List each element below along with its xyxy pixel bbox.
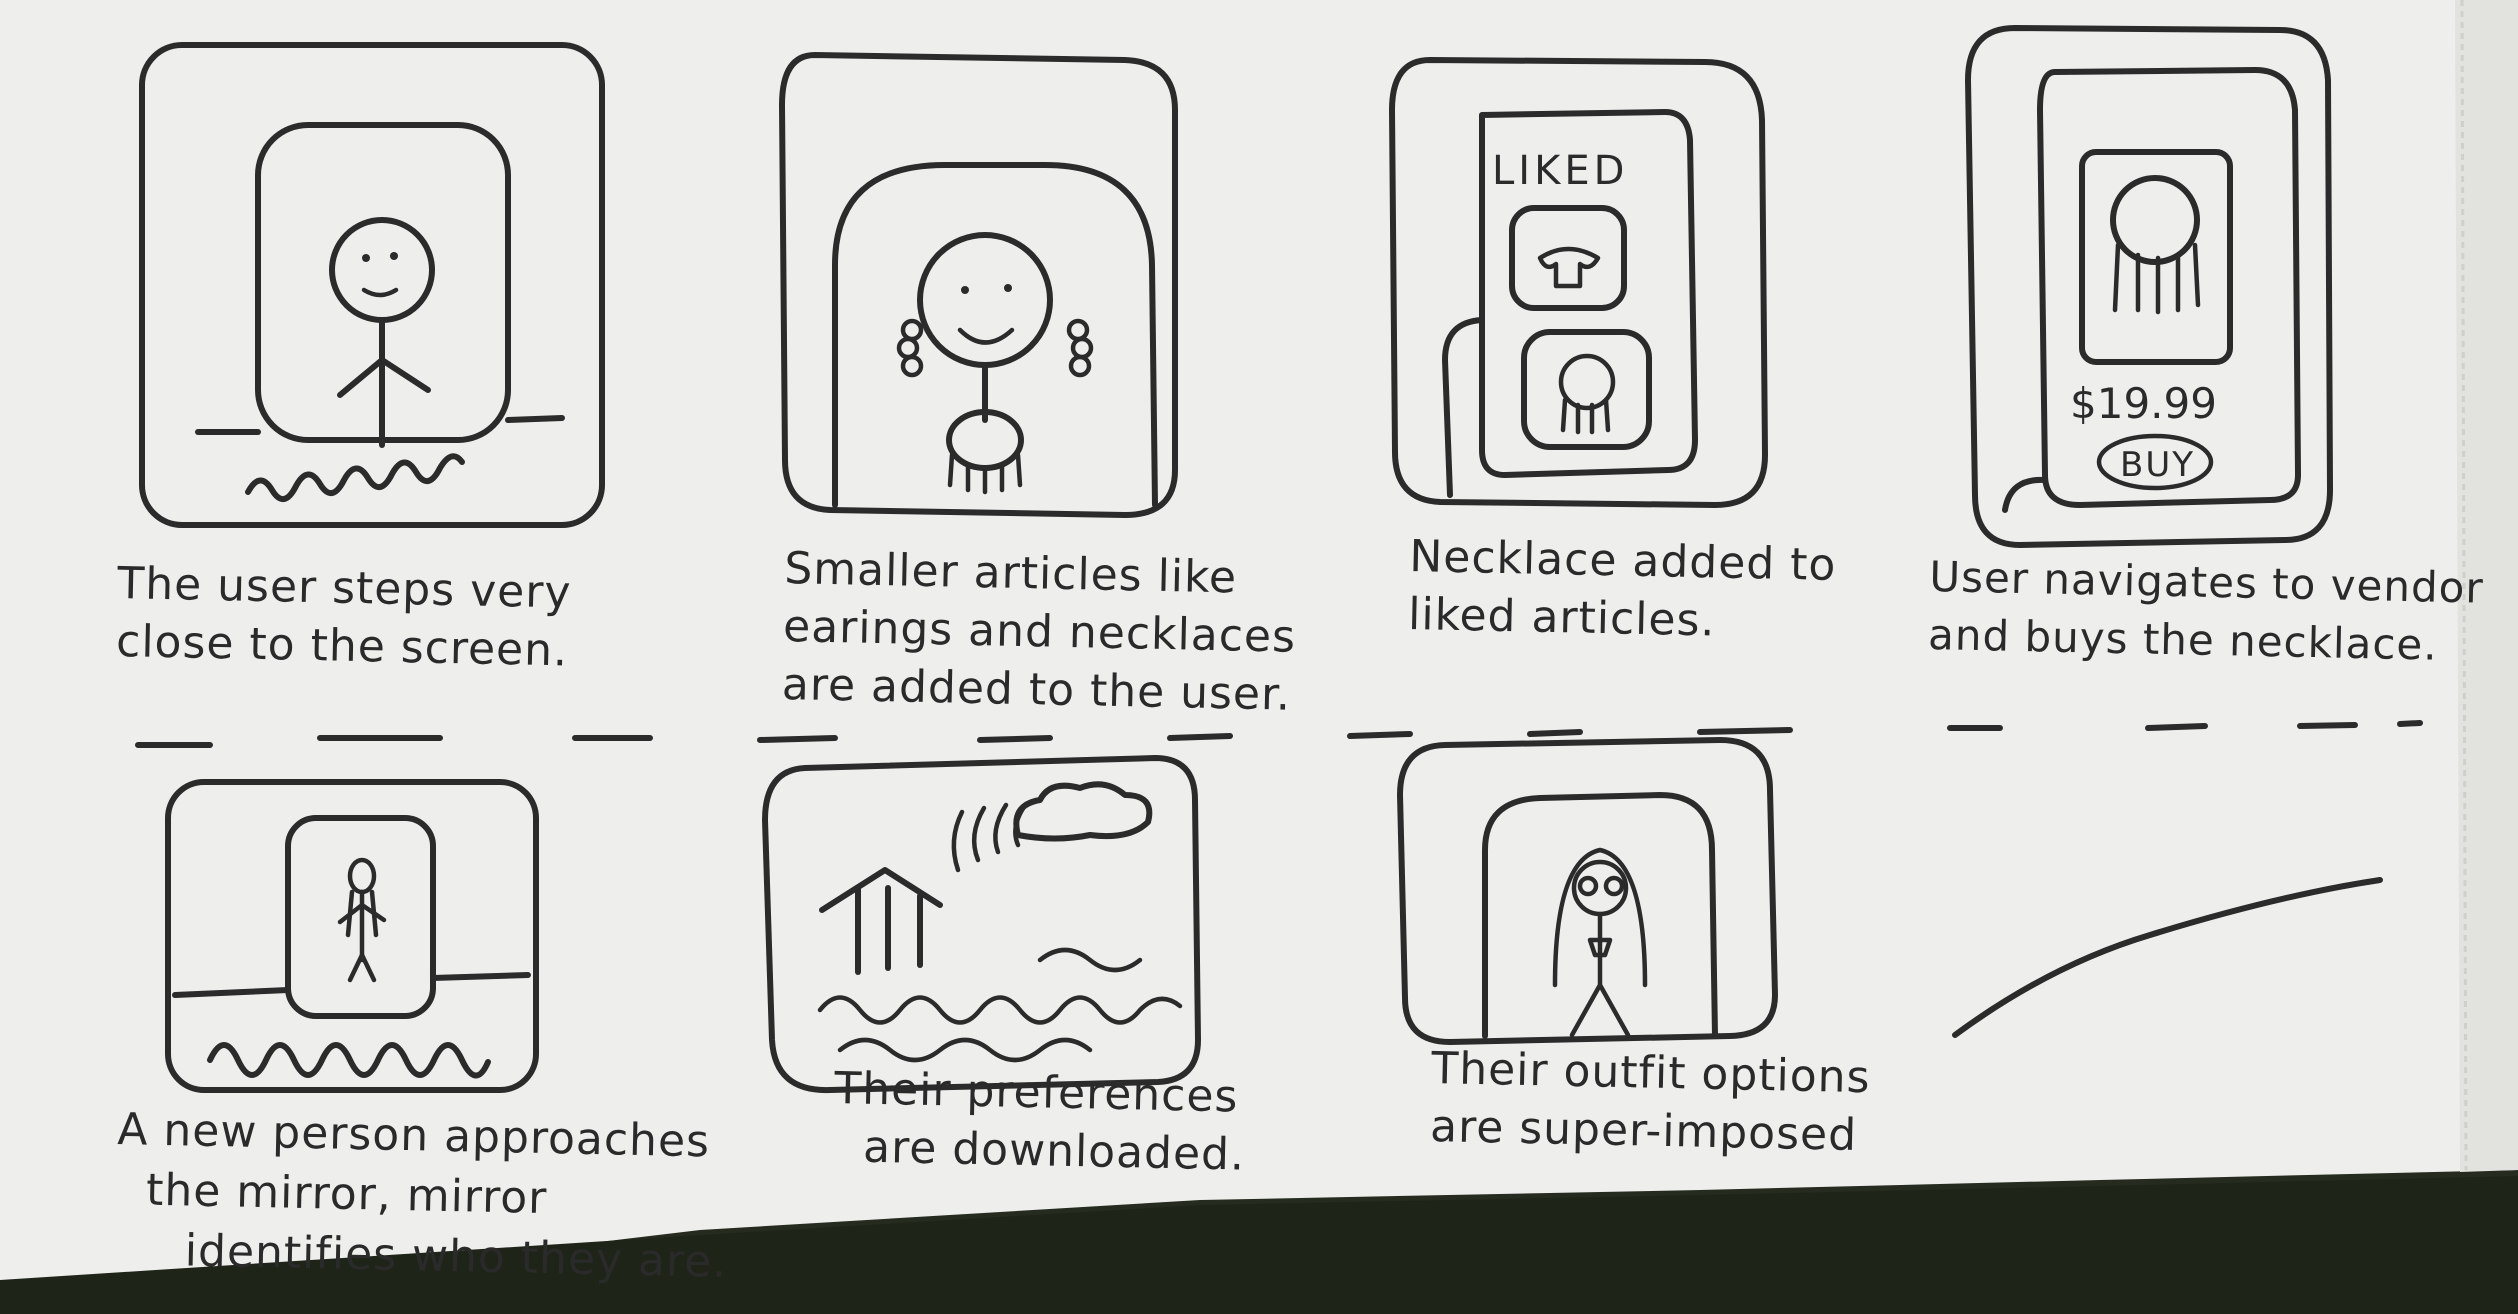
price-label: $19.99: [2070, 379, 2217, 428]
liked-label: LIKED: [1492, 148, 1628, 194]
panel-1-caption: The user steps very close to the screen.: [116, 555, 572, 680]
panel-3-caption: Necklace added to liked articles.: [1408, 528, 1837, 653]
panel-2-caption: Smaller articles like earings and neckla…: [781, 540, 1297, 725]
buy-button-sketch: BUY: [2120, 445, 2195, 485]
caption-line: and buys the necklace.: [1927, 609, 2439, 670]
caption-line: Necklace added to: [1408, 530, 1837, 591]
caption-line: close to the screen.: [115, 615, 569, 677]
panel-5-caption: A new person approaches the mirror, mirr…: [114, 1100, 730, 1293]
caption-line: are added to the user.: [781, 658, 1292, 721]
panel-6-caption: Their preferences are downloaded.: [833, 1060, 1247, 1185]
panel-7-caption: Their outfit options are super-imposed: [1430, 1040, 1872, 1165]
caption-line: are super-imposed: [1429, 1100, 1858, 1161]
caption-line: The user steps very: [116, 557, 572, 619]
storyboard-sheet: LIKED $19.99 BUY The user steps very clo…: [0, 0, 2518, 1314]
caption-line: Their outfit options: [1430, 1042, 1872, 1104]
caption-line: liked articles.: [1407, 588, 1716, 647]
caption-line: Their preferences: [833, 1062, 1239, 1123]
caption-line: identifies who they are.: [184, 1225, 728, 1288]
caption-line: earings and necklaces: [782, 600, 1297, 663]
panel-4-caption: User navigates to vendor and buys the ne…: [1928, 548, 2485, 676]
caption-line: Smaller articles like: [783, 542, 1238, 604]
caption-line: are downloaded.: [862, 1121, 1246, 1181]
